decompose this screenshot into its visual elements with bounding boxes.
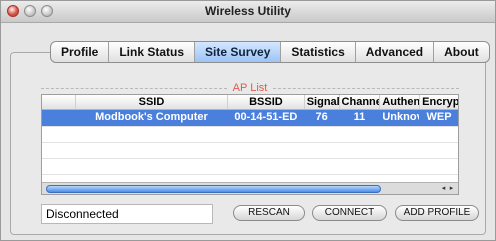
ap-list-title: AP List — [232, 82, 268, 94]
connect-button[interactable]: CONNECT — [312, 205, 387, 221]
table-cell-authen: Unknov — [380, 110, 421, 126]
table-cell-select — [42, 110, 76, 126]
empty-table-row — [42, 126, 458, 142]
tab-site-survey[interactable]: Site Survey — [195, 42, 282, 62]
scroll-right-arrow-icon[interactable]: ▸ — [448, 184, 455, 194]
scroll-left-arrow-icon[interactable]: ◂ — [440, 184, 447, 194]
horizontal-scrollbar[interactable]: ◂ ▸ — [42, 182, 458, 194]
tab-advanced[interactable]: Advanced — [356, 42, 435, 62]
horizontal-scroll-thumb[interactable] — [46, 185, 381, 193]
table-row[interactable]: Modbook's Computer 00-14-51-ED 76 11 Unk… — [42, 110, 458, 126]
ap-list-table: SSID BSSID Signal Channel Authen Encryp … — [41, 94, 459, 195]
connection-status-field: Disconnected — [41, 204, 213, 224]
empty-table-row — [42, 142, 458, 158]
table-cell-channel: 11 — [339, 110, 381, 126]
tab-about[interactable]: About — [434, 42, 489, 62]
column-header-channel[interactable]: Channel — [340, 95, 381, 109]
table-cell-signal: 76 — [304, 110, 340, 126]
tab-statistics[interactable]: Statistics — [281, 42, 356, 62]
wireless-utility-window: Wireless Utility Profile Link Status Sit… — [0, 0, 496, 241]
column-header-ssid[interactable]: SSID — [76, 95, 229, 109]
table-cell-ssid: Modbook's Computer — [75, 110, 229, 126]
scroll-arrows: ◂ ▸ — [440, 184, 456, 194]
main-tabs: Profile Link Status Site Survey Statisti… — [50, 41, 490, 63]
add-profile-button[interactable]: ADD PROFILE — [395, 205, 479, 221]
column-header-signal[interactable]: Signal — [305, 95, 340, 109]
column-header-select[interactable] — [42, 95, 76, 109]
column-header-authen[interactable]: Authen — [380, 95, 421, 109]
tab-link-status[interactable]: Link Status — [109, 42, 196, 62]
ap-list-divider-left — [41, 87, 227, 89]
ap-list-heading: AP List — [41, 82, 459, 94]
title-bar: Wireless Utility — [1, 1, 495, 23]
table-header-row: SSID BSSID Signal Channel Authen Encryp — [42, 95, 458, 110]
empty-table-row — [42, 158, 458, 174]
window-title: Wireless Utility — [205, 4, 291, 18]
tab-profile[interactable]: Profile — [51, 42, 110, 62]
column-header-bssid[interactable]: BSSID — [228, 95, 305, 109]
ap-list-divider-right — [273, 87, 459, 89]
table-cell-encryption: WEP — [420, 110, 458, 126]
rescan-button[interactable]: RESCAN — [233, 205, 305, 221]
column-header-encryption[interactable]: Encryp — [420, 95, 458, 109]
table-cell-bssid: 00-14-51-ED — [228, 110, 305, 126]
